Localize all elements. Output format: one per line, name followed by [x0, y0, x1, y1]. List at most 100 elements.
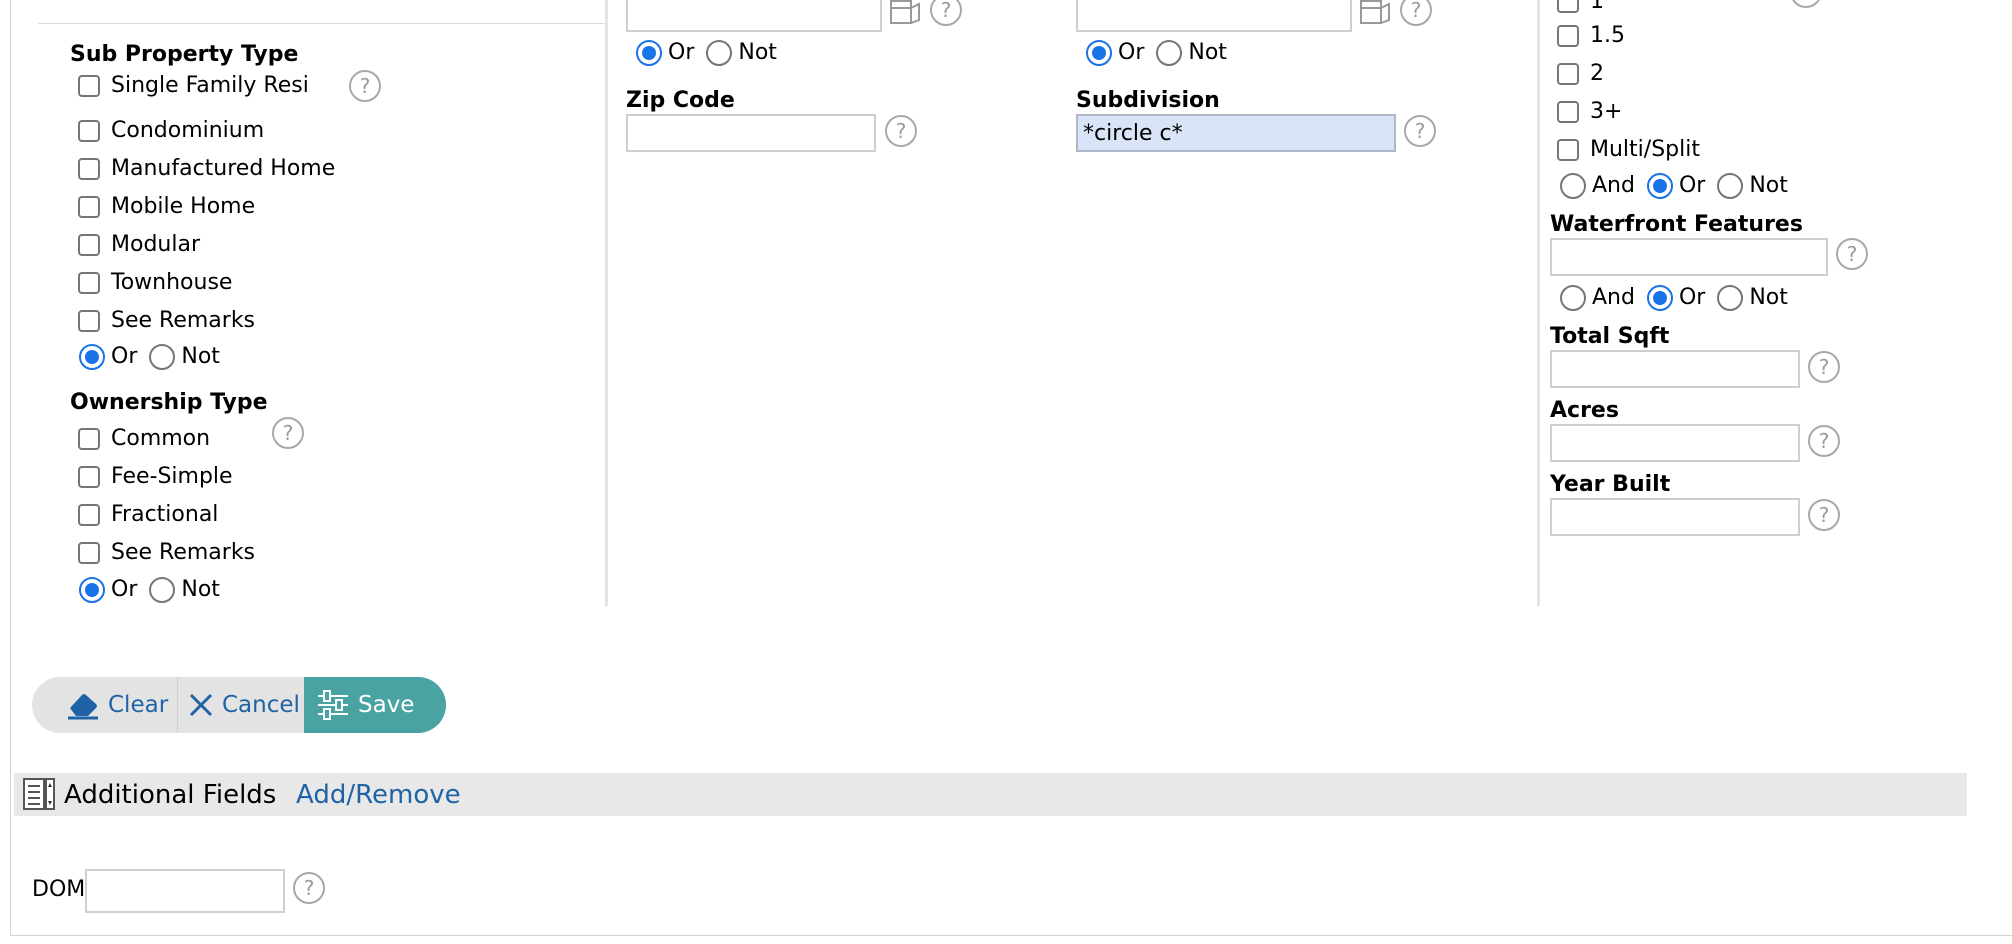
checkbox-label: Single Family Resi [111, 73, 309, 98]
book-picker-icon[interactable] [890, 0, 922, 24]
action-button-group: Clear Cancel Save [32, 677, 446, 733]
checkbox-option[interactable]: Manufactured Home [78, 154, 335, 184]
checkbox-option[interactable]: Fractional [78, 500, 218, 530]
help-icon[interactable]: ? [1836, 238, 1868, 270]
total-sqft-label: Total Sqft [1550, 324, 1670, 349]
checkbox[interactable] [1557, 25, 1579, 47]
checkbox[interactable] [78, 272, 100, 294]
help-icon[interactable]: ? [1808, 351, 1840, 383]
partial-input[interactable] [1076, 0, 1352, 32]
checkbox[interactable] [78, 196, 100, 218]
checkbox-option[interactable]: Multi/Split [1557, 135, 1700, 165]
checkbox-option[interactable]: 1 [1557, 0, 1604, 17]
radio-not[interactable] [149, 577, 176, 603]
checkbox-label: Fractional [111, 502, 219, 527]
radio-and[interactable] [1560, 173, 1586, 199]
help-icon[interactable]: ? [885, 115, 917, 147]
cancel-button-label: Cancel [222, 692, 300, 718]
checkbox-label: See Remarks [111, 308, 256, 333]
radio-or[interactable] [79, 577, 105, 603]
checkbox[interactable] [1557, 63, 1579, 85]
ownership-type-title: Ownership Type [70, 390, 268, 415]
checkbox-option[interactable]: 2 [1557, 59, 1604, 89]
panel-bottom-border [10, 935, 2012, 936]
book-picker-icon[interactable] [1360, 0, 1392, 24]
checkbox-option[interactable]: 3+ [1557, 97, 1622, 127]
radio-label: Or [1678, 173, 1706, 198]
zip-code-input[interactable] [626, 114, 876, 152]
radio-or[interactable] [1086, 40, 1112, 66]
subdivision-label: Subdivision [1076, 88, 1220, 113]
column-divider [1537, 0, 1540, 606]
checkbox[interactable] [1557, 0, 1579, 13]
checkbox-option[interactable]: Common [78, 424, 210, 454]
waterfront-features-input[interactable] [1550, 238, 1828, 276]
help-icon[interactable]: ? [349, 70, 381, 102]
acres-label: Acres [1550, 398, 1619, 423]
total-sqft-input[interactable] [1550, 350, 1800, 388]
save-button[interactable]: Save [304, 677, 446, 733]
zip-code-label: Zip Code [626, 88, 735, 113]
checkbox[interactable] [1557, 139, 1579, 161]
radio-not[interactable] [1717, 173, 1744, 199]
add-remove-link[interactable]: Add/Remove [296, 778, 461, 812]
subdivision-logic: Or Not [1086, 38, 1227, 68]
radio-not[interactable] [149, 344, 176, 370]
year-built-input[interactable] [1550, 498, 1800, 536]
stories-logic: And Or Not [1560, 171, 1788, 201]
help-icon[interactable]: ? [1790, 0, 1822, 8]
radio-not[interactable] [706, 40, 733, 66]
cancel-button[interactable]: Cancel [178, 677, 304, 733]
save-button-label: Save [358, 692, 415, 718]
checkbox-option[interactable]: Condominium [78, 116, 264, 146]
checkbox-label: 3+ [1590, 99, 1623, 124]
help-icon[interactable]: ? [293, 872, 325, 904]
radio-and[interactable] [1560, 285, 1586, 311]
checkbox[interactable] [78, 542, 100, 564]
checkbox-label: Mobile Home [111, 194, 256, 219]
checkbox-option[interactable]: Single Family Resi [78, 71, 309, 101]
checkbox[interactable] [78, 310, 100, 332]
checkbox-option[interactable]: Mobile Home [78, 192, 255, 222]
checkbox[interactable] [78, 75, 100, 97]
year-built-label: Year Built [1550, 472, 1671, 497]
radio-not[interactable] [1156, 40, 1183, 66]
checkbox-option[interactable]: Modular [78, 230, 200, 260]
checkbox[interactable] [78, 466, 100, 488]
checkbox[interactable] [78, 428, 100, 450]
radio-or[interactable] [1646, 173, 1673, 199]
waterfront-features-label: Waterfront Features [1550, 212, 1803, 237]
checkbox-label: Townhouse [111, 270, 233, 295]
checkbox-option[interactable]: See Remarks [78, 306, 255, 336]
field-list-icon[interactable] [22, 777, 56, 811]
subdivision-input[interactable] [1076, 114, 1396, 152]
help-icon[interactable]: ? [272, 417, 304, 449]
checkbox[interactable] [78, 158, 100, 180]
help-icon[interactable]: ? [1400, 0, 1432, 26]
checkbox-option[interactable]: 1.5 [1557, 21, 1625, 51]
help-icon[interactable]: ? [1808, 499, 1840, 531]
checkbox[interactable] [78, 504, 100, 526]
dom-input[interactable] [85, 869, 285, 913]
checkbox-option[interactable]: See Remarks [78, 538, 255, 568]
checkbox[interactable] [78, 120, 100, 142]
checkbox-label: 1.5 [1590, 23, 1625, 48]
acres-input[interactable] [1550, 424, 1800, 462]
radio-label: Or [1678, 285, 1706, 310]
help-icon[interactable]: ? [930, 0, 962, 26]
radio-label: Or [1118, 40, 1145, 65]
radio-or[interactable] [1646, 285, 1673, 311]
ownership-logic: Or Not [79, 575, 220, 605]
clear-button[interactable]: Clear [32, 677, 178, 733]
checkbox[interactable] [78, 234, 100, 256]
column-divider [605, 0, 608, 606]
radio-or[interactable] [79, 344, 105, 370]
help-icon[interactable]: ? [1808, 425, 1840, 457]
checkbox-option[interactable]: Fee-Simple [78, 462, 233, 492]
radio-or[interactable] [636, 40, 662, 66]
help-icon[interactable]: ? [1404, 115, 1436, 147]
partial-input[interactable] [626, 0, 882, 32]
radio-not[interactable] [1717, 285, 1744, 311]
checkbox-option[interactable]: Townhouse [78, 268, 232, 298]
checkbox[interactable] [1557, 101, 1579, 123]
